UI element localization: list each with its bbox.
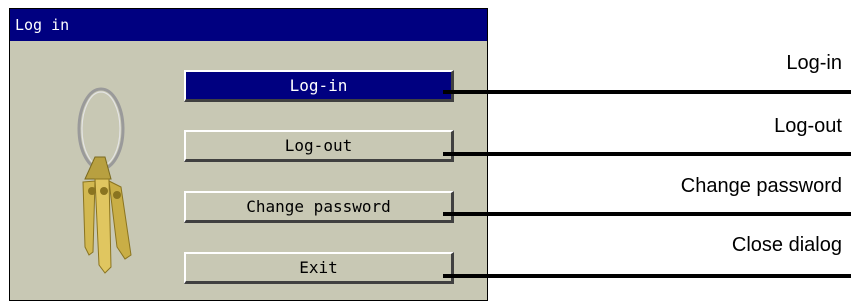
leader-line-login — [443, 90, 851, 94]
callout-login: Log-in — [786, 52, 842, 74]
login-dialog: Log in Log-in Log-out Change password Ex… — [9, 8, 488, 301]
callout-change-password: Change password — [680, 175, 842, 197]
leader-line-exit — [443, 274, 851, 278]
exit-button[interactable]: Exit — [184, 252, 454, 284]
logout-button[interactable]: Log-out — [184, 130, 454, 162]
callout-close-dialog: Close dialog — [731, 234, 842, 256]
change-password-button[interactable]: Change password — [184, 191, 454, 223]
callout-logout: Log-out — [774, 115, 842, 137]
leader-line-change-password — [443, 212, 851, 216]
dialog-title: Log in — [10, 9, 487, 41]
login-button[interactable]: Log-in — [184, 70, 454, 102]
leader-line-logout — [443, 152, 851, 156]
keys-icon — [77, 87, 132, 274]
